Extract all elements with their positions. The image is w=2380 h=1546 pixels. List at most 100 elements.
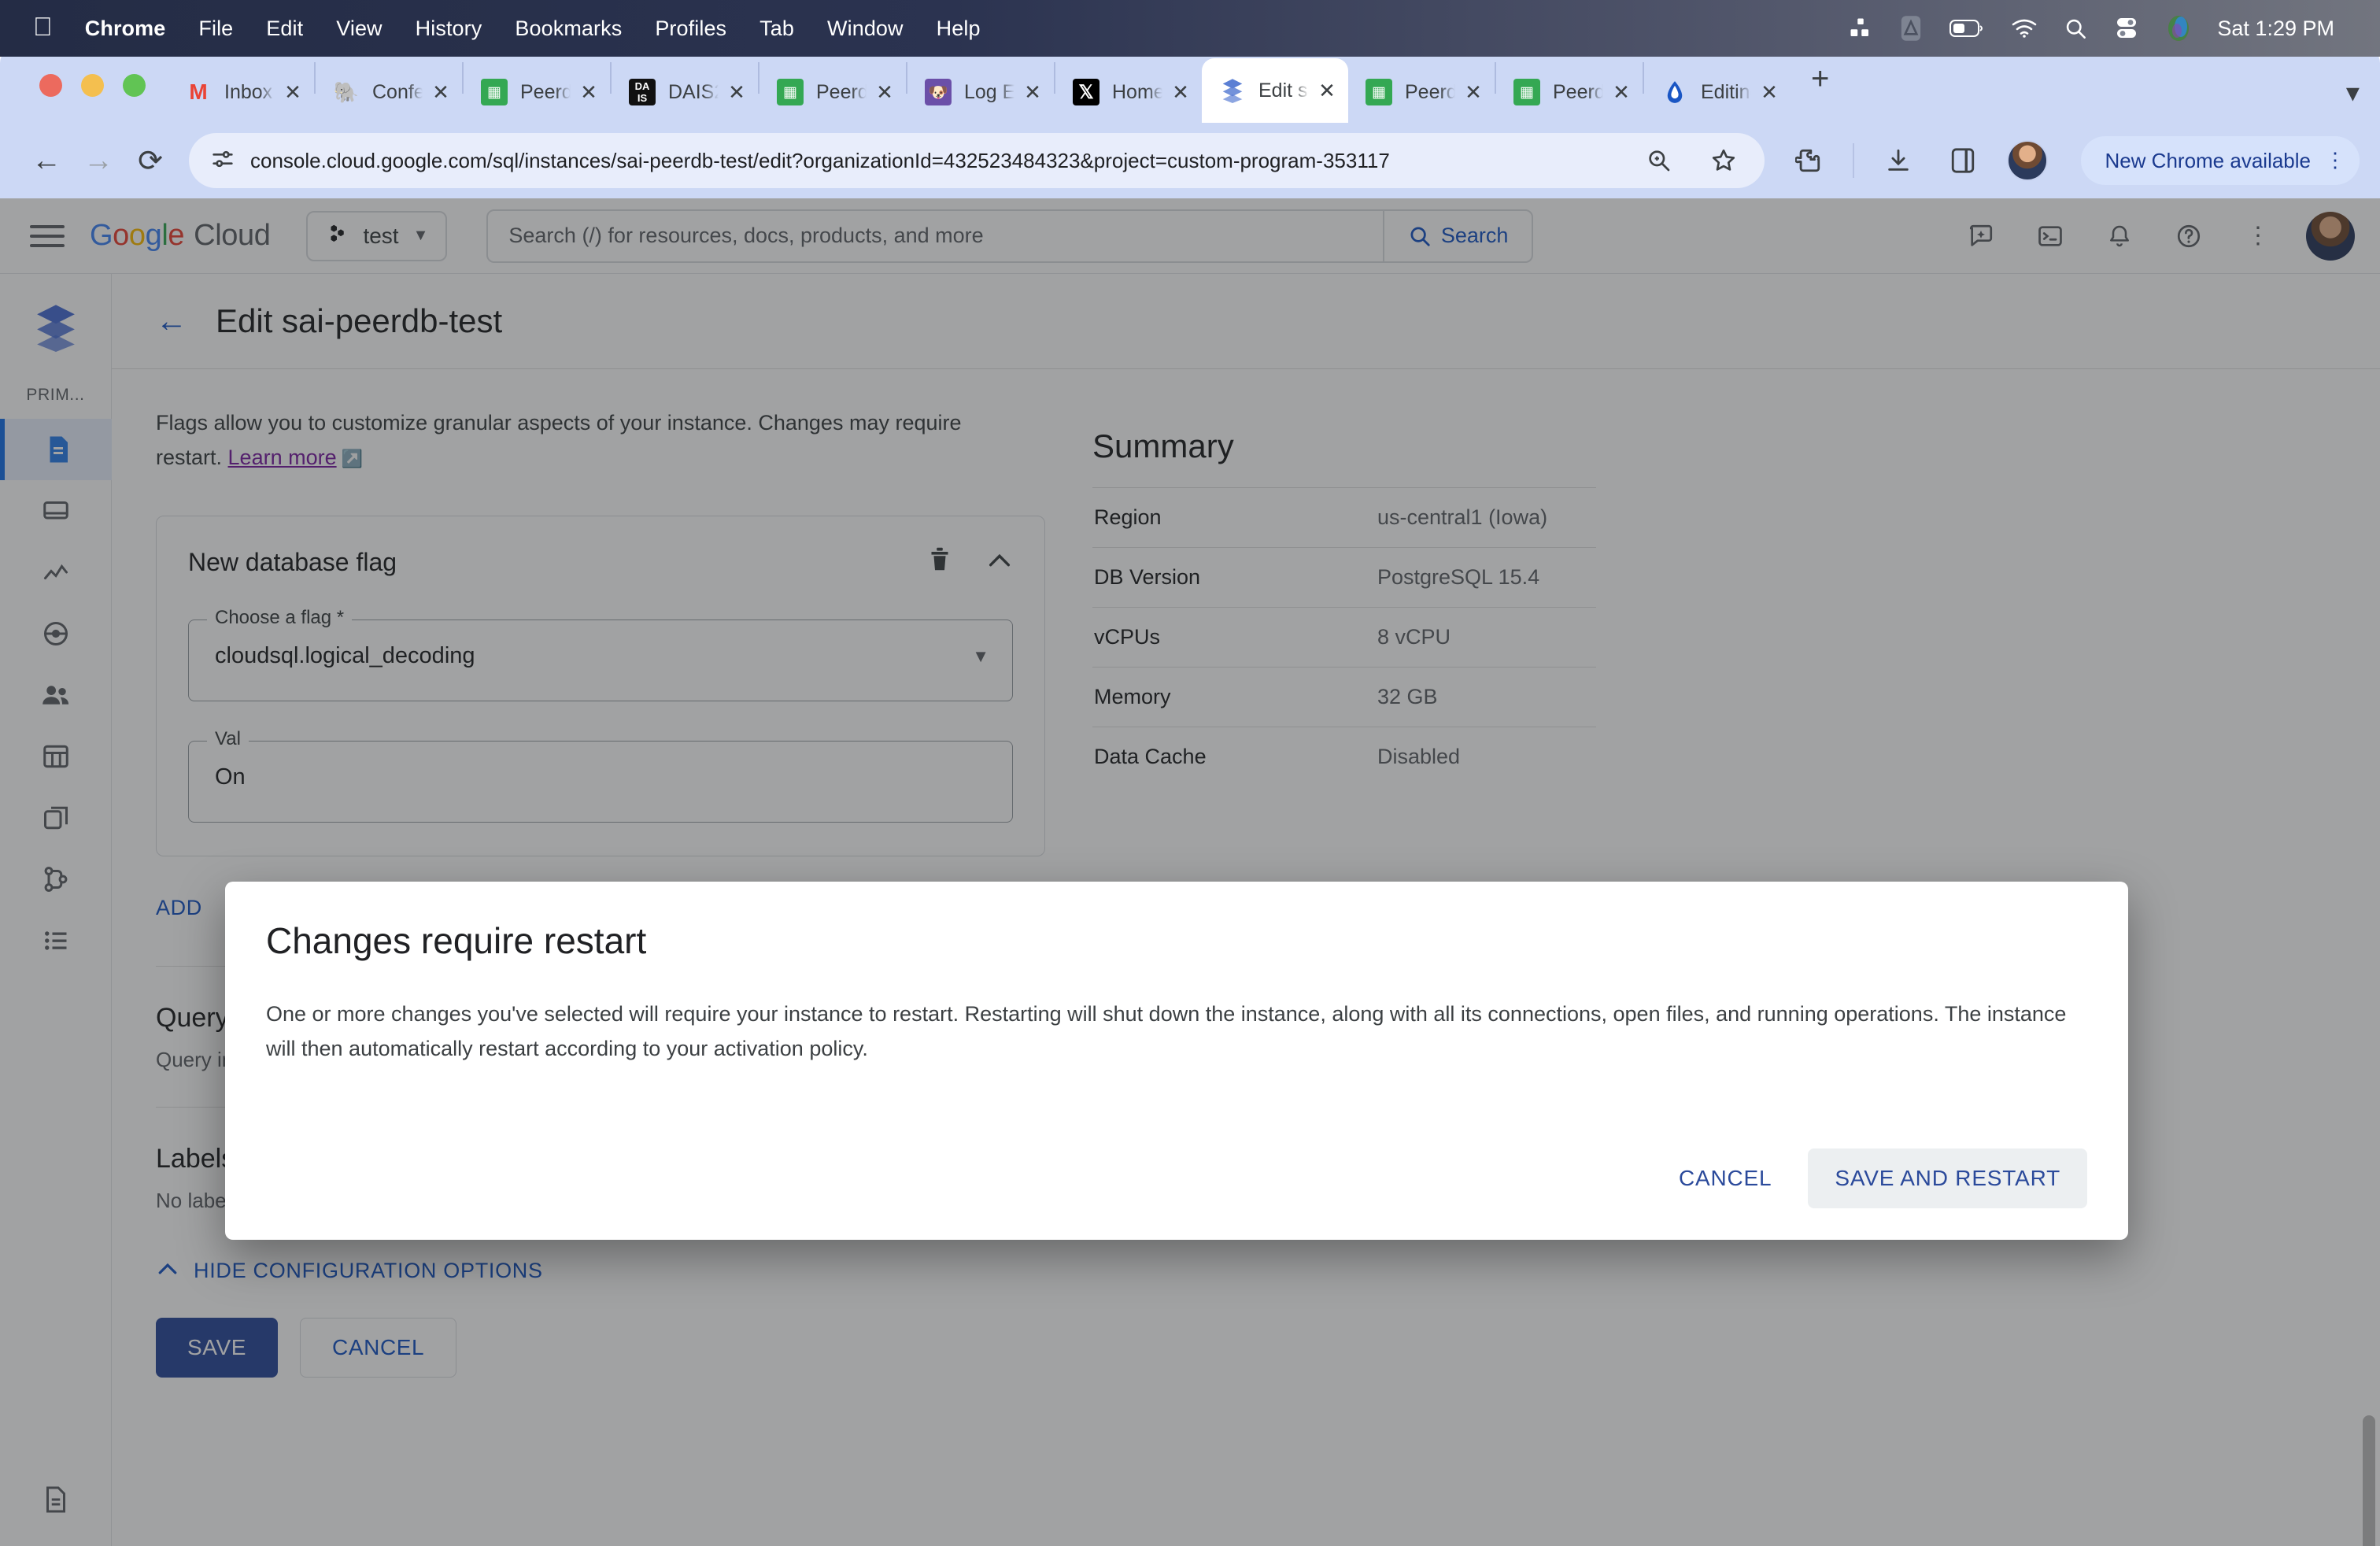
- tab-title: Conferer: [372, 80, 423, 103]
- tab-close-icon[interactable]: ✕: [1757, 80, 1781, 105]
- dialog-actions: CANCEL SAVE AND RESTART: [266, 1148, 2087, 1208]
- back-arrow-icon[interactable]: ←: [20, 135, 72, 187]
- tab-title: Peerdb U: [1553, 80, 1603, 103]
- new-tab-button[interactable]: +: [1791, 61, 1850, 109]
- tabs: M Inbox (5, ✕ 🐘 Conferer ✕ ▦ Peerdb U ✕: [168, 47, 1850, 123]
- peerdb-icon: ▦: [1366, 79, 1392, 105]
- menubar-clock[interactable]: Sat 1:29 PM: [2217, 17, 2334, 41]
- omnibox-actions: [1639, 140, 1744, 181]
- tab-title: Log Expl: [964, 80, 1014, 103]
- apple-logo-icon[interactable]: : [27, 13, 68, 44]
- browser-toolbar: ← → ⟳ console.cloud.google.com/sql/insta…: [0, 123, 2380, 198]
- tab-peerdb-2[interactable]: ▦ Peerdb U ✕: [759, 61, 906, 123]
- tab-editing[interactable]: Editing " ✕: [1644, 61, 1791, 123]
- spotlight-search-icon[interactable]: [2064, 17, 2086, 39]
- star-icon[interactable]: [1703, 140, 1744, 181]
- zoom-button[interactable]: [123, 73, 146, 97]
- tab-dais24[interactable]: DAIS DAIS24 ( ✕: [612, 61, 758, 123]
- dialog-save-and-restart-button[interactable]: SAVE AND RESTART: [1808, 1148, 2087, 1208]
- tab-edit-sai-peerdb-test[interactable]: Edit sai- ✕: [1202, 58, 1348, 123]
- tab-close-icon[interactable]: ✕: [725, 80, 748, 105]
- menu-edit[interactable]: Edit: [249, 17, 320, 41]
- forward-arrow-icon[interactable]: →: [72, 135, 124, 187]
- tab-close-icon[interactable]: ✕: [1169, 80, 1192, 105]
- menu-profiles[interactable]: Profiles: [638, 17, 743, 41]
- zoom-in-icon[interactable]: [1639, 140, 1680, 181]
- macos-menubar:  Chrome File Edit View History Bookmark…: [0, 0, 2380, 57]
- dialog-cancel-button[interactable]: CANCEL: [1652, 1148, 1798, 1208]
- dialog-body: One or more changes you've selected will…: [266, 1002, 2067, 1060]
- tab-close-icon[interactable]: ✕: [1021, 80, 1044, 105]
- window-traffic-lights: [24, 47, 168, 123]
- peerdb-icon: ▦: [777, 79, 804, 105]
- changes-require-restart-dialog: Changes require restart One or more chan…: [225, 882, 2128, 1240]
- tab-title: Edit sai-: [1258, 79, 1309, 102]
- extensions-puzzle-icon[interactable]: [1788, 140, 1829, 181]
- wifi-icon[interactable]: [2011, 18, 2038, 39]
- tab-title: Peerdb (: [1405, 80, 1455, 103]
- gmail-icon: M: [189, 80, 208, 104]
- chrome-window: M Inbox (5, ✕ 🐘 Conferer ✕ ▦ Peerdb U ✕: [0, 47, 2380, 1546]
- menu-bookmarks[interactable]: Bookmarks: [498, 17, 638, 41]
- menu-file[interactable]: File: [182, 17, 249, 41]
- url-text[interactable]: console.cloud.google.com/sql/instances/s…: [250, 149, 1390, 173]
- minimize-button[interactable]: [81, 73, 104, 97]
- toolbar-divider: [1853, 143, 1855, 178]
- tab-title: Peerdb U: [520, 80, 571, 103]
- tab-close-icon[interactable]: ✕: [1315, 79, 1339, 103]
- tab-close-icon[interactable]: ✕: [873, 80, 896, 105]
- tab-title: Editing ": [1701, 80, 1751, 103]
- cloud-sql-icon: [1219, 77, 1246, 104]
- profile-avatar[interactable]: [2007, 140, 2049, 181]
- side-panel-icon[interactable]: [1942, 140, 1983, 181]
- siri-icon[interactable]: [2167, 15, 2190, 42]
- tab-log-explorer[interactable]: 🐶 Log Expl ✕: [907, 61, 1054, 123]
- tab-search-chevron-icon[interactable]: ▾: [2346, 77, 2360, 109]
- tab-peerdb-4[interactable]: ▦ Peerdb U ✕: [1496, 61, 1643, 123]
- vercel-diamond-icon: [1661, 79, 1688, 105]
- tab-close-icon[interactable]: ✕: [577, 80, 601, 105]
- new-chrome-available-button[interactable]: New Chrome available ⋮: [2081, 136, 2360, 185]
- gcp-page: Google Cloud test ▼ Search (/) for resou…: [0, 198, 2380, 1546]
- peerdb-icon: ▦: [481, 79, 508, 105]
- modal-scrim[interactable]: [0, 198, 2380, 1546]
- tab-close-icon[interactable]: ✕: [281, 80, 305, 105]
- battery-icon[interactable]: [1949, 19, 1984, 38]
- download-icon[interactable]: [1878, 140, 1919, 181]
- tab-close-icon[interactable]: ✕: [1462, 80, 1485, 105]
- dais-icon: DA IS: [629, 79, 656, 105]
- grid-icon[interactable]: [1849, 17, 1872, 40]
- tab-peerdb-3[interactable]: ▦ Peerdb ( ✕: [1348, 61, 1495, 123]
- dialog-title: Changes require restart: [266, 920, 647, 961]
- tab-title: Home / X: [1112, 80, 1162, 103]
- alfred-icon[interactable]: [1899, 15, 1923, 42]
- menu-window[interactable]: Window: [811, 17, 920, 41]
- peerdb-icon: ▦: [1513, 79, 1540, 105]
- datadog-icon: 🐶: [925, 79, 952, 105]
- menu-help[interactable]: Help: [920, 17, 997, 41]
- omnibox[interactable]: console.cloud.google.com/sql/instances/s…: [189, 133, 1765, 188]
- menu-chrome[interactable]: Chrome: [68, 17, 183, 41]
- new-chrome-label: New Chrome available: [2105, 148, 2311, 172]
- tab-peerdb-1[interactable]: ▦ Peerdb U ✕: [464, 61, 610, 123]
- menubar-items:  Chrome File Edit View History Bookmark…: [27, 13, 997, 44]
- tab-x-home[interactable]: 𝕏 Home / X ✕: [1055, 61, 1202, 123]
- postgres-elephant-icon: 🐘: [333, 80, 360, 104]
- tab-title: Inbox (5,: [224, 80, 275, 103]
- tab-inbox[interactable]: M Inbox (5, ✕: [168, 61, 314, 123]
- menu-history[interactable]: History: [399, 17, 499, 41]
- menu-view[interactable]: View: [320, 17, 398, 41]
- menubar-status-icons: Sat 1:29 PM: [1849, 15, 2353, 42]
- tune-site-settings-icon[interactable]: [209, 146, 236, 176]
- tab-close-icon[interactable]: ✕: [429, 80, 453, 105]
- control-center-icon[interactable]: [2113, 17, 2140, 39]
- three-dot-menu-icon[interactable]: ⋮: [2325, 150, 2345, 170]
- reload-icon[interactable]: ⟳: [124, 135, 176, 187]
- tab-title: DAIS24 (: [668, 80, 719, 103]
- tab-search-area: ▾: [2346, 77, 2380, 123]
- tab-title: Peerdb U: [816, 80, 867, 103]
- menu-tab[interactable]: Tab: [743, 17, 811, 41]
- tab-conference[interactable]: 🐘 Conferer ✕: [316, 61, 462, 123]
- close-button[interactable]: [39, 73, 62, 97]
- tab-close-icon[interactable]: ✕: [1609, 80, 1633, 105]
